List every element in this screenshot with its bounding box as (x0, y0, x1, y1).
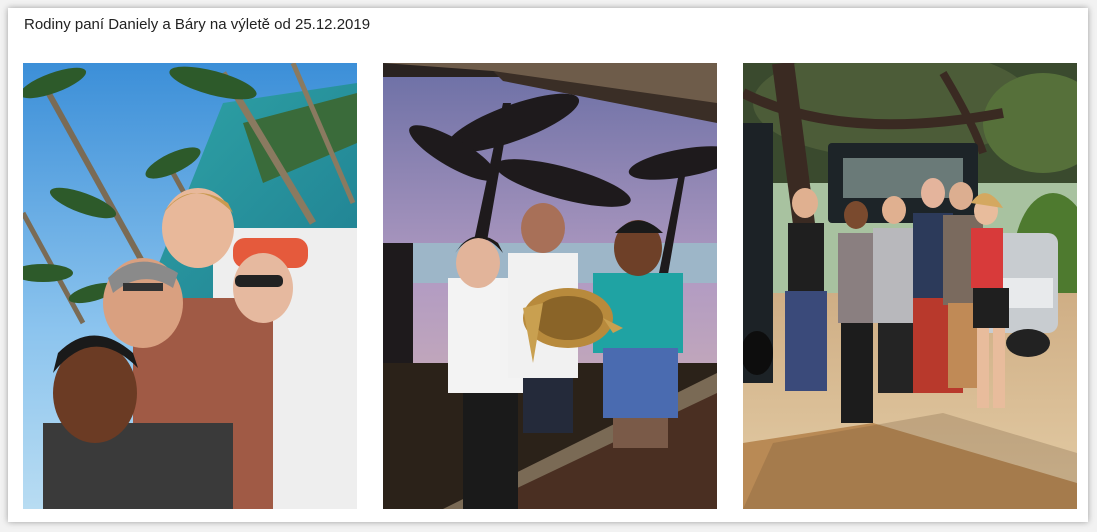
beach-selfie-image (23, 63, 357, 509)
turtle-image (383, 63, 717, 509)
gallery-card: Rodiny paní Daniely a Báry na výletě od … (8, 8, 1088, 522)
turtle-photo[interactable] (383, 63, 717, 509)
beach-selfie-photo[interactable] (23, 63, 357, 509)
gallery-title: Rodiny paní Daniely a Báry na výletě od … (24, 16, 371, 33)
group-jeep-photo[interactable] (743, 63, 1077, 509)
group-jeep-image (743, 63, 1077, 509)
